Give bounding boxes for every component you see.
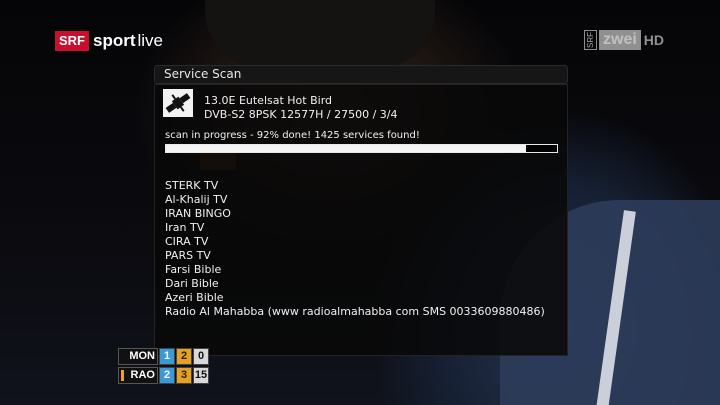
player1-name: MON (118, 348, 158, 365)
service-list: STERK TV Al-Khalij TV IRAN BINGO Iran TV… (165, 179, 545, 319)
srf-zwei-hd-logo: SRF zwei HD (584, 30, 664, 50)
player2-set2: 3 (176, 367, 192, 384)
scan-progress-bar (165, 144, 558, 153)
srf-logo-box: SRF (55, 31, 89, 51)
service-item: PARS TV (165, 249, 211, 262)
transponder-info: DVB-S2 8PSK 12577H / 27500 / 3/4 (204, 108, 398, 121)
player1-set1: 1 (159, 348, 175, 365)
service-scan-panel: 13.0E Eutelsat Hot Bird DVB-S2 8PSK 1257… (154, 84, 568, 356)
player2-set1: 2 (159, 367, 175, 384)
player2-game: 15 (193, 367, 209, 384)
dialog-title: Service Scan (164, 67, 242, 81)
service-item: Al-Khalij TV (165, 193, 228, 206)
srf-logo-live: live (137, 31, 164, 50)
service-item: IRAN BINGO (165, 207, 231, 220)
service-item: Iran TV (165, 221, 205, 234)
service-item: STERK TV (165, 179, 219, 192)
srf-logo-sport: sport (93, 31, 136, 50)
service-item: Dari Bible (165, 277, 219, 290)
score-row-player1: MON 1 2 0 (118, 348, 209, 365)
zwei-logo-srf: SRF (584, 30, 597, 50)
scan-status: scan in progress - 92% done! 1425 servic… (165, 130, 420, 141)
player1-game: 0 (193, 348, 209, 365)
player1-set2: 2 (176, 348, 192, 365)
satellite-icon (163, 89, 193, 117)
zwei-logo-zwei: zwei (599, 30, 641, 50)
tennis-scoreboard: MON 1 2 0 RAO 2 3 15 (118, 348, 209, 386)
satellite-name: 13.0E Eutelsat Hot Bird (204, 94, 333, 107)
player2-name: RAO (118, 367, 158, 384)
service-item: Radio Al Mahabba (www radioalmahabba com… (165, 305, 545, 318)
zwei-logo-hd: HD (643, 32, 665, 48)
service-item: Azeri Bible (165, 291, 224, 304)
scan-progress-fill (166, 145, 526, 152)
srf-sport-live-logo: SRF sport live (55, 31, 163, 51)
service-item: CIRA TV (165, 235, 209, 248)
dialog-title-bar: Service Scan (154, 65, 568, 84)
player-cap (205, 0, 435, 70)
score-row-player2: RAO 2 3 15 (118, 367, 209, 384)
service-item: Farsi Bible (165, 263, 222, 276)
